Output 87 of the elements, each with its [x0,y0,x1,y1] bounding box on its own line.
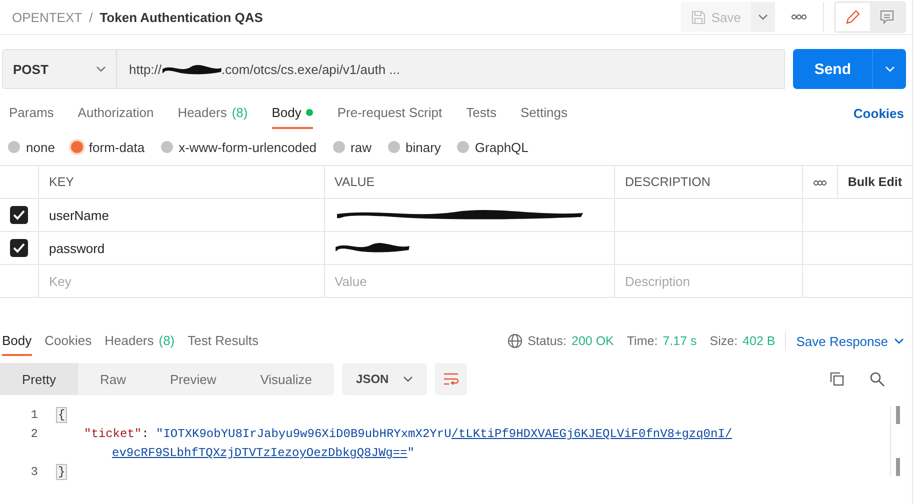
cookies-link[interactable]: Cookies [853,106,904,120]
meta-label: Status: [528,334,566,348]
line-number: 1 [30,407,39,424]
radio-button[interactable] [70,141,83,153]
description-field[interactable]: Description [624,266,792,296]
url-field[interactable]: http:// .com/otcs/cs.exe/api/v1/auth ... [117,49,786,89]
radio-label: raw [350,140,372,154]
meta-value: 7.17 s [662,334,697,348]
caret-icon [402,376,413,382]
more-icon[interactable] [812,180,827,186]
view-tab[interactable]: Pretty [0,363,78,395]
response-tab[interactable]: Cookies [44,326,92,356]
json-key: "ticket" [84,427,142,441]
view-tab[interactable]: Visualize [238,363,334,395]
response-tab[interactable]: Test Results [188,326,258,356]
json-link[interactable]: ev9cRF9SLbhfTQXzjDTVTzIezoyOezDbkgQ8JWg== [112,446,408,460]
radio-button[interactable] [388,141,400,153]
table-cell: password [38,232,324,264]
request-tab[interactable]: Headers (8) [178,97,248,129]
save-icon [691,10,706,24]
request-title: Token Authentication QAS [100,10,263,24]
column-header: VALUE [324,166,614,198]
checkbox[interactable] [10,239,28,257]
radio-button[interactable] [160,141,173,153]
view-tab[interactable]: Raw [78,363,148,395]
key-field[interactable]: Key [49,266,314,296]
wrap-lines-button[interactable] [434,363,467,395]
comment-icon [879,9,895,25]
json-string: "IOTXK9obYU8IrJabyu9w96XiD0B9ubHRYxmX2YrU [156,427,452,441]
radio-button[interactable] [456,141,469,153]
table-cell[interactable]: Value [324,264,614,298]
edit-button[interactable] [836,3,870,31]
meta-value: 402 B [742,334,776,348]
copy-icon [829,371,845,387]
json-bracket: { [56,407,68,423]
scrollbar-thumb[interactable] [896,458,900,476]
response-tab[interactable]: Body [2,326,32,356]
request-tab[interactable]: Authorization [78,97,154,129]
json-bracket: } [56,464,68,480]
format-dropdown[interactable]: JSON [342,363,427,395]
send-button[interactable]: Send [793,49,872,89]
wrap-icon [442,372,460,386]
scrollbar-thumb[interactable] [896,406,900,424]
meta-label: Time: [626,334,658,348]
table-cell: userName [38,198,324,232]
request-tab[interactable]: Pre-request Script [337,97,442,129]
radio-label: binary [406,140,441,154]
workspace-name[interactable]: OPENTEXT [12,10,82,24]
meta-label: Size: [710,334,738,348]
table-cell[interactable]: Description [614,264,802,298]
caret-icon [96,66,106,72]
line-number: 3 [30,464,39,481]
response-tab[interactable]: Headers (8) [104,326,175,356]
radio-label: x-www-form-urlencoded [178,140,317,154]
pencil-icon [845,9,861,25]
globe-icon [506,333,523,349]
request-tab[interactable]: Settings [520,97,568,129]
column-header: DESCRIPTION [614,166,802,198]
caret-icon [894,338,904,344]
checkbox[interactable] [10,206,28,224]
request-tab[interactable]: Tests [466,97,496,129]
bulk-edit-link[interactable]: Bulk Edit [837,166,912,198]
search-icon [869,371,885,387]
json-link[interactable]: /tLKtiPf9HDXVAEGj6KJEQLViF0fnV8+gzq0nI/ [451,427,732,441]
radio-button[interactable] [332,141,345,153]
table-cell[interactable]: Key [38,264,324,298]
radio-button[interactable] [8,141,20,153]
save-response-button[interactable]: Save Response [796,334,904,348]
line-number: 2 [30,426,39,443]
column-header: KEY [38,166,324,198]
request-tab[interactable]: Body [272,97,314,129]
view-tab[interactable]: Preview [148,363,238,395]
json-string: " [407,446,414,460]
radio-label: none [26,140,55,154]
method-dropdown[interactable]: POST [2,49,117,89]
radio-label: GraphQL [474,140,528,154]
radio-label: form-data [88,140,145,154]
caret-icon [758,14,768,20]
send-options-button[interactable] [872,49,906,89]
caret-icon [884,66,894,72]
meta-value: 200 OK [572,334,614,348]
breadcrumb-separator: / [89,10,93,24]
json-colon: : [142,427,149,441]
request-tab[interactable]: Params [9,97,54,129]
save-options-button[interactable] [751,2,775,32]
value-field[interactable]: Value [334,266,604,296]
more-icon [791,14,807,20]
